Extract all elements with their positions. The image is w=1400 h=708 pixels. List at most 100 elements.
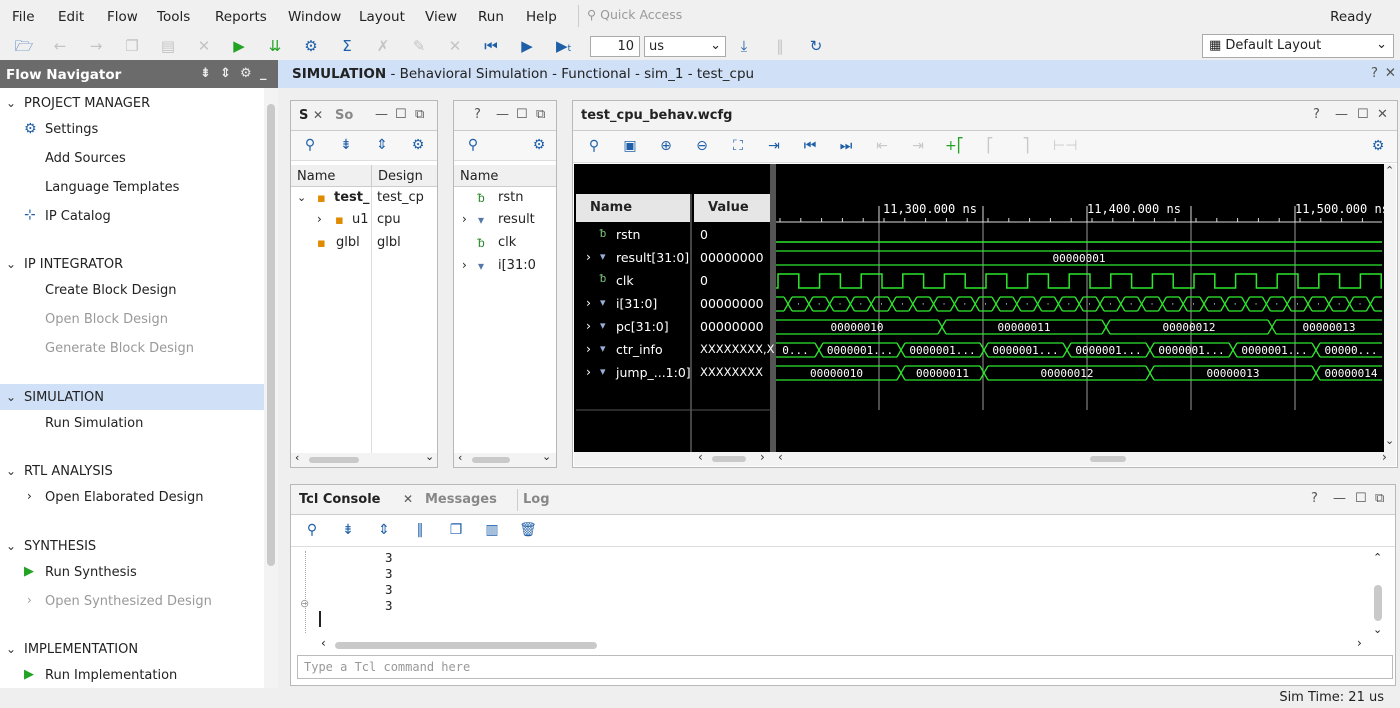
tab-messages[interactable]: Messages xyxy=(425,492,497,507)
tool-disabled-2-icon[interactable]: ✎ xyxy=(409,36,429,56)
open-folder-icon[interactable]: 🗁 xyxy=(14,36,34,56)
expand-all-icon[interactable]: ⇕ xyxy=(375,522,393,538)
menu-window[interactable]: Window xyxy=(288,9,341,25)
chevron-left-icon[interactable]: ‹ xyxy=(698,450,703,464)
chevron-down-icon[interactable]: ⌄ xyxy=(6,539,16,553)
waveform-vertical-scrollbar[interactable]: ⌃ ⌄ xyxy=(1384,164,1396,452)
signal-name[interactable]: rstn xyxy=(616,227,640,242)
scrollbar-thumb[interactable] xyxy=(1090,456,1126,462)
run-icon[interactable]: ▶ xyxy=(229,36,249,56)
collapse-all-icon[interactable]: ⇟ xyxy=(200,66,211,81)
section-ip-integrator[interactable]: IP INTEGRATOR xyxy=(24,257,123,272)
maximize-icon[interactable]: ☐ xyxy=(395,107,407,122)
zoom-in-icon[interactable]: ⊕ xyxy=(657,138,675,154)
minimize-icon[interactable]: _ xyxy=(260,66,267,81)
chevron-down-icon[interactable]: ⌄ xyxy=(1373,623,1382,636)
search-icon[interactable]: ⚲ xyxy=(585,138,603,154)
chevron-down-icon[interactable]: ⌄ xyxy=(1385,434,1394,447)
clear-trash-icon[interactable]: 🗑 xyxy=(519,522,537,538)
maximize-icon[interactable]: ☐ xyxy=(1357,107,1369,122)
chevron-right-icon[interactable]: › xyxy=(586,295,591,310)
undo-icon[interactable]: ← xyxy=(50,36,70,56)
chevron-down-icon[interactable]: ⌄ xyxy=(6,96,16,110)
zoom-fit-icon[interactable]: ⛶ xyxy=(729,138,747,154)
search-icon[interactable]: ⚲ xyxy=(301,137,319,153)
download-program-icon[interactable]: ⇊ xyxy=(265,36,285,56)
float-icon[interactable]: ⧉ xyxy=(1375,491,1384,506)
chevron-left-icon[interactable]: ‹ xyxy=(778,450,783,464)
run-for-icon[interactable]: ▶ₜ xyxy=(554,36,574,56)
paste-icon[interactable]: ▤ xyxy=(158,36,178,56)
tool-disabled-1-icon[interactable]: ✗ xyxy=(373,36,393,56)
expand-all-icon[interactable]: ⇕ xyxy=(220,66,231,81)
nav-open-synthesized-design[interactable]: Open Synthesized Design xyxy=(45,594,212,609)
tcl-command-input[interactable]: Type a Tcl command here xyxy=(297,655,1393,679)
pause-icon[interactable]: ‖ xyxy=(770,36,790,56)
object-row[interactable]: i[31:0 xyxy=(498,258,536,273)
chevron-right-icon[interactable]: › xyxy=(760,450,765,464)
scrollbar-thumb[interactable] xyxy=(472,457,510,463)
nav-run-simulation[interactable]: Run Simulation xyxy=(45,416,143,431)
delete-icon[interactable]: ✕ xyxy=(194,36,214,56)
chevron-down-icon[interactable]: ⌄ xyxy=(425,450,434,463)
fold-icon[interactable]: ⊖ xyxy=(300,597,309,610)
object-row[interactable]: clk xyxy=(498,235,516,250)
chevron-left-icon[interactable]: ‹ xyxy=(458,451,462,464)
nav-run-implementation[interactable]: Run Implementation xyxy=(45,668,177,683)
signal-name[interactable]: result[31:0] xyxy=(616,250,689,265)
console-vertical-scrollbar[interactable]: ⌃ ⌄ xyxy=(1371,551,1385,637)
copy-icon[interactable]: ❐ xyxy=(122,36,142,56)
gear-icon[interactable]: ⚙ xyxy=(240,66,252,81)
tool-disabled-3-icon[interactable]: ✕ xyxy=(445,36,465,56)
section-synthesis[interactable]: SYNTHESIS xyxy=(24,539,96,554)
signal-name[interactable]: i[31:0] xyxy=(616,296,657,311)
chevron-down-icon[interactable]: ⌄ xyxy=(6,390,16,404)
zoom-out-icon[interactable]: ⊖ xyxy=(693,138,711,154)
add-marker-icon[interactable]: +⎡ xyxy=(945,138,964,154)
float-icon[interactable]: ⧉ xyxy=(536,107,545,122)
chevron-up-icon[interactable]: ⌃ xyxy=(1385,164,1394,177)
waveform-horizontal-scrollbar[interactable]: ‹ › ‹ › xyxy=(574,450,1396,466)
swap-cursors-icon[interactable]: ⊢⊣ xyxy=(1053,138,1077,154)
save-icon[interactable]: ▣ xyxy=(621,138,639,154)
help-icon[interactable]: ? xyxy=(1371,65,1378,81)
nav-ip-catalog[interactable]: IP Catalog xyxy=(45,209,111,224)
help-icon[interactable]: ? xyxy=(1311,491,1318,506)
signal-name[interactable]: ctr_info xyxy=(616,342,663,357)
float-icon[interactable]: ⧉ xyxy=(415,107,424,122)
close-icon[interactable]: ✕ xyxy=(1377,107,1388,122)
gear-icon[interactable]: ⚙ xyxy=(409,137,427,153)
tab-log[interactable]: Log xyxy=(523,492,550,507)
menu-view[interactable]: View xyxy=(425,9,457,25)
maximize-icon[interactable]: ☐ xyxy=(516,107,528,122)
section-project-manager[interactable]: PROJECT MANAGER xyxy=(24,96,150,111)
chevron-right-icon[interactable]: › xyxy=(27,489,32,503)
chevron-right-icon[interactable]: › xyxy=(586,341,591,356)
console-horizontal-scrollbar[interactable]: ‹ › xyxy=(321,636,1371,653)
tab-scope[interactable]: S xyxy=(299,108,308,123)
minimize-icon[interactable]: — xyxy=(375,107,388,122)
copy-icon[interactable]: ❐ xyxy=(447,522,465,538)
search-icon[interactable]: ⚲ xyxy=(303,522,321,538)
scope-row-name[interactable]: u1 xyxy=(352,212,369,227)
pause-output-icon[interactable]: ‖ xyxy=(411,522,429,538)
minimize-icon[interactable]: — xyxy=(1335,107,1348,122)
search-icon[interactable]: ⚲ xyxy=(464,137,482,153)
prev-marker-icon[interactable]: ⎡ xyxy=(981,138,999,154)
chevron-up-icon[interactable]: ⌃ xyxy=(1373,551,1382,564)
nav-language-templates[interactable]: Language Templates xyxy=(45,180,179,195)
menu-layout[interactable]: Layout xyxy=(359,9,405,25)
menu-help[interactable]: Help xyxy=(526,9,557,25)
next-transition-icon[interactable]: ⇥ xyxy=(909,138,927,154)
col-design[interactable]: Design xyxy=(371,165,437,187)
scrollbar-thumb[interactable] xyxy=(712,456,746,462)
run-all-icon[interactable]: ▶ xyxy=(517,36,537,56)
nav-settings[interactable]: Settings xyxy=(45,122,98,137)
nav-create-block-design[interactable]: Create Block Design xyxy=(45,283,177,298)
chevron-right-icon[interactable]: › xyxy=(1357,636,1362,650)
nav-open-elaborated-design[interactable]: Open Elaborated Design xyxy=(45,490,204,505)
tab-sources[interactable]: So xyxy=(335,108,353,123)
relaunch-icon[interactable]: ↻ xyxy=(806,36,826,56)
col-name[interactable]: Name xyxy=(590,200,632,215)
menu-edit[interactable]: Edit xyxy=(58,9,84,25)
